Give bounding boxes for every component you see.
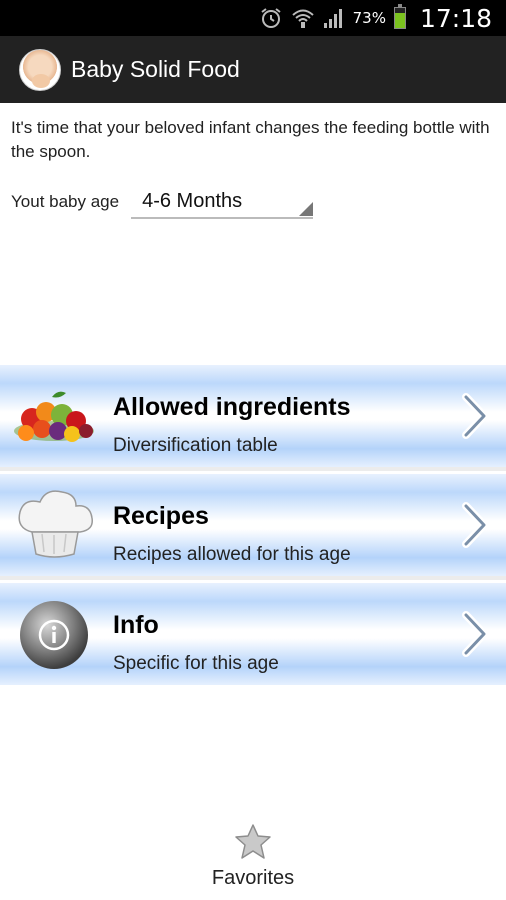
age-spinner-value: 4-6 Months — [142, 189, 243, 212]
menu-item-title: Recipes — [113, 502, 209, 530]
favorites-label: Favorites — [211, 867, 295, 889]
chevron-right-icon — [462, 611, 488, 657]
status-icons: 73% 17:18 — [259, 0, 492, 36]
info-icon — [20, 601, 88, 669]
chevron-right-icon — [462, 502, 488, 548]
menu-item-subtitle: Diversification table — [113, 435, 278, 456]
battery-icon — [393, 4, 406, 29]
row-divider — [0, 467, 506, 471]
signal-icon — [323, 9, 342, 28]
spinner-arrow-icon — [299, 202, 314, 216]
age-spinner[interactable]: 4-6 Months — [131, 185, 314, 219]
baby-avatar-icon[interactable] — [19, 48, 61, 91]
menu-item-allowed-ingredients[interactable]: Allowed ingredients Diversification tabl… — [0, 365, 506, 467]
menu-item-recipes[interactable]: Recipes Recipes allowed for this age — [0, 474, 506, 576]
age-label: Yout baby age — [11, 192, 120, 211]
status-bar: 73% 17:18 — [0, 0, 506, 36]
battery-fill — [394, 13, 405, 28]
menu-item-subtitle: Specific for this age — [113, 653, 279, 674]
intro-text: It's time that your beloved infant chang… — [11, 118, 490, 161]
menu-item-title: Info — [113, 611, 159, 639]
clock: 17:18 — [419, 3, 492, 33]
chevron-right-icon — [462, 393, 488, 439]
favorites-button[interactable]: Favorites — [0, 823, 506, 897]
app-title: Baby Solid Food — [71, 56, 240, 82]
row-divider — [0, 576, 506, 580]
menu-item-subtitle: Recipes allowed for this age — [113, 544, 351, 565]
battery-percent: 73% — [352, 9, 386, 27]
wifi-icon — [291, 9, 314, 28]
fruits-vegetables-icon — [14, 391, 94, 442]
age-selector-row: Yout baby age 4-6 Months — [11, 184, 314, 220]
menu-item-info[interactable]: Info Specific for this age — [0, 583, 506, 685]
chef-hat-icon — [18, 490, 93, 558]
alarm-icon — [261, 8, 281, 28]
star-icon — [235, 824, 271, 859]
menu-item-title: Allowed ingredients — [113, 393, 351, 421]
action-bar: Baby Solid Food — [0, 36, 506, 103]
